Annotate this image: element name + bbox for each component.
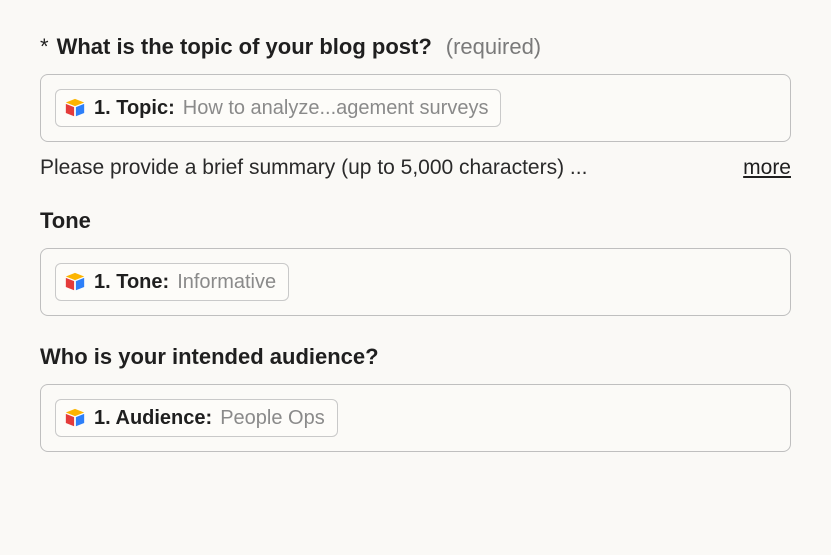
field-tone-label: Tone [40, 208, 791, 234]
audience-token[interactable]: 1. Audience: People Ops [55, 399, 338, 437]
field-topic: * What is the topic of your blog post? (… [40, 34, 791, 180]
tone-token[interactable]: 1. Tone: Informative [55, 263, 289, 301]
airtable-icon [64, 97, 86, 119]
field-topic-help: Please provide a brief summary (up to 5,… [40, 156, 587, 180]
airtable-icon [64, 407, 86, 429]
field-topic-label-row: * What is the topic of your blog post? (… [40, 34, 791, 60]
tone-token-value: Informative [177, 270, 276, 294]
field-topic-required: (required) [446, 34, 541, 60]
topic-token-label: 1. Topic: [94, 96, 175, 120]
airtable-icon [64, 271, 86, 293]
more-link[interactable]: more [743, 156, 791, 180]
field-topic-input[interactable]: 1. Topic: How to analyze...agement surve… [40, 74, 791, 142]
audience-token-value: People Ops [220, 406, 325, 430]
field-tone: Tone 1. Tone: Informative [40, 208, 791, 316]
tone-token-label: 1. Tone: [94, 270, 169, 294]
field-audience-label: Who is your intended audience? [40, 344, 791, 370]
field-audience-input[interactable]: 1. Audience: People Ops [40, 384, 791, 452]
audience-token-label: 1. Audience: [94, 406, 212, 430]
field-audience: Who is your intended audience? 1. Audien… [40, 344, 791, 452]
field-topic-label: What is the topic of your blog post? [57, 34, 432, 60]
topic-token[interactable]: 1. Topic: How to analyze...agement surve… [55, 89, 501, 127]
required-asterisk: * [40, 34, 49, 60]
field-topic-help-row: Please provide a brief summary (up to 5,… [40, 156, 791, 180]
form-page: * What is the topic of your blog post? (… [0, 0, 831, 482]
field-tone-input[interactable]: 1. Tone: Informative [40, 248, 791, 316]
topic-token-value: How to analyze...agement surveys [183, 96, 489, 120]
